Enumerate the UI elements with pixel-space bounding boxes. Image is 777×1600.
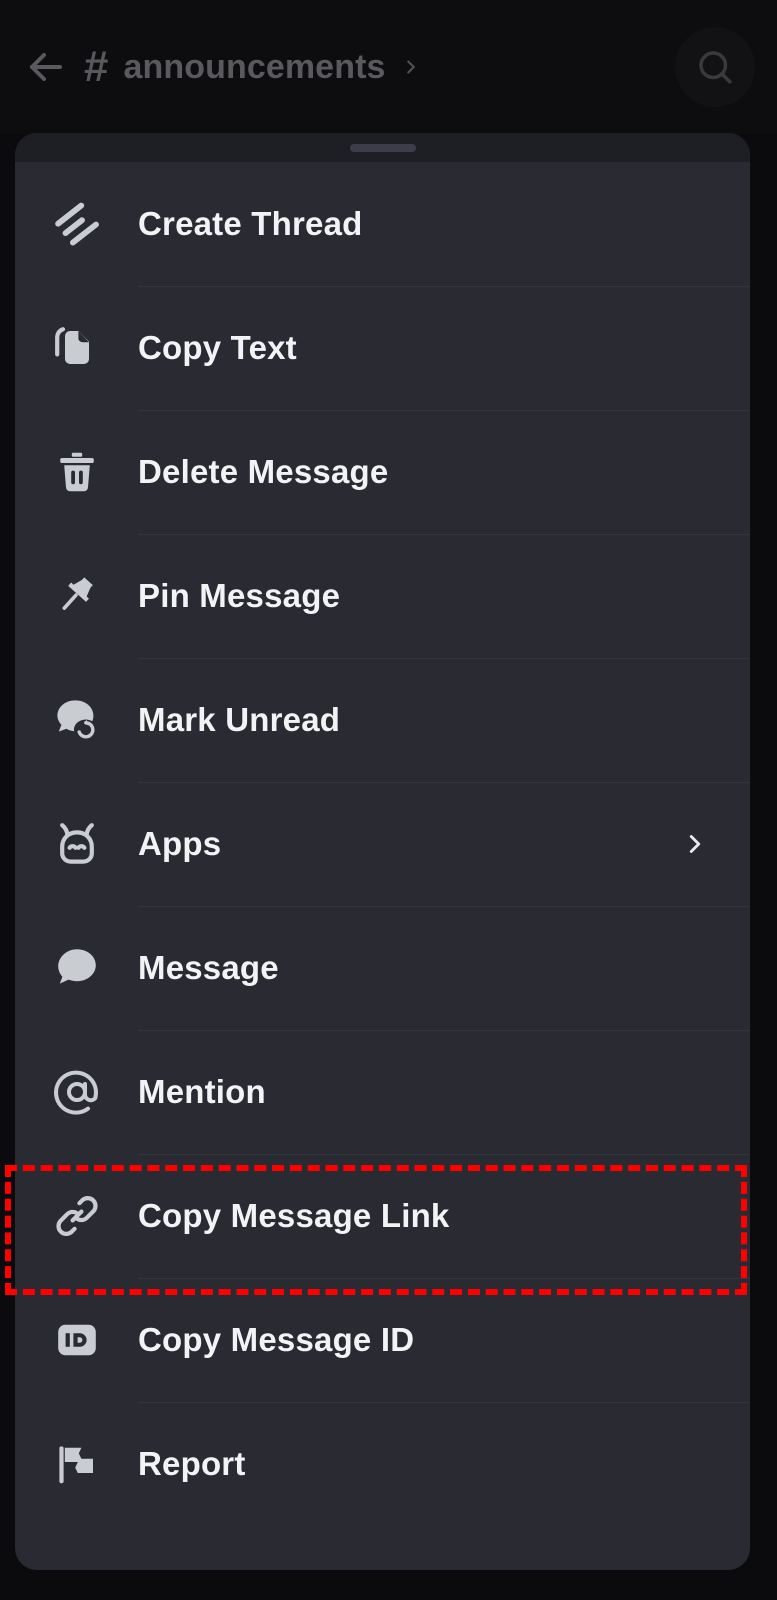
menu-item-label: Report bbox=[138, 1445, 246, 1482]
menu-item-pin-message[interactable]: Pin Message bbox=[15, 534, 750, 658]
menu-item-message[interactable]: Message bbox=[15, 906, 750, 1030]
menu-item-label: Message bbox=[138, 949, 279, 986]
pin-icon bbox=[53, 572, 105, 620]
mark-unread-icon bbox=[53, 696, 105, 744]
menu-item-copy-message-id[interactable]: Copy Message ID bbox=[15, 1278, 750, 1402]
at-sign-icon bbox=[53, 1068, 105, 1116]
menu-item-copy-text[interactable]: Copy Text bbox=[15, 286, 750, 410]
chevron-right-icon bbox=[680, 829, 710, 859]
menu-item-mention[interactable]: Mention bbox=[15, 1030, 750, 1154]
flag-icon bbox=[53, 1440, 105, 1488]
app-bar: # announcements bbox=[0, 0, 777, 134]
copy-icon bbox=[53, 324, 105, 372]
context-menu-sheet: Create Thread Copy Text Delete Message P… bbox=[15, 133, 750, 1570]
menu-item-report[interactable]: Report bbox=[15, 1402, 750, 1526]
id-badge-icon bbox=[53, 1316, 105, 1364]
hash-channel-icon: # bbox=[84, 42, 109, 91]
back-arrow-icon[interactable] bbox=[18, 39, 74, 95]
phone-screen: # announcements Create Thread Copy Text … bbox=[0, 0, 777, 1600]
menu-item-label: Copy Message Link bbox=[138, 1197, 450, 1234]
menu-item-label: Delete Message bbox=[138, 453, 389, 490]
speech-bubble-icon bbox=[53, 944, 105, 992]
bot-face-icon bbox=[53, 820, 105, 868]
menu-item-label: Mark Unread bbox=[138, 701, 341, 738]
menu-item-label: Apps bbox=[138, 825, 222, 862]
thread-icon bbox=[53, 200, 105, 248]
chevron-right-icon[interactable] bbox=[400, 56, 422, 78]
menu-item-label: Pin Message bbox=[138, 577, 341, 614]
channel-title[interactable]: announcements bbox=[123, 48, 385, 87]
drag-handle[interactable] bbox=[349, 143, 416, 152]
menu-item-create-thread[interactable]: Create Thread bbox=[15, 162, 750, 286]
menu-item-label: Copy Text bbox=[138, 329, 297, 366]
sheet-handle-area[interactable] bbox=[15, 133, 750, 162]
menu-item-copy-message-link[interactable]: Copy Message Link bbox=[15, 1154, 750, 1278]
menu-item-label: Mention bbox=[138, 1073, 266, 1110]
menu-item-label: Create Thread bbox=[138, 205, 363, 242]
search-icon[interactable] bbox=[675, 27, 755, 107]
link-icon bbox=[53, 1192, 105, 1240]
menu-item-delete-message[interactable]: Delete Message bbox=[15, 410, 750, 534]
trash-icon bbox=[53, 448, 105, 496]
menu-item-apps[interactable]: Apps bbox=[15, 782, 750, 906]
menu-item-mark-unread[interactable]: Mark Unread bbox=[15, 658, 750, 782]
context-menu-list: Create Thread Copy Text Delete Message P… bbox=[15, 162, 750, 1526]
menu-item-label: Copy Message ID bbox=[138, 1321, 415, 1358]
